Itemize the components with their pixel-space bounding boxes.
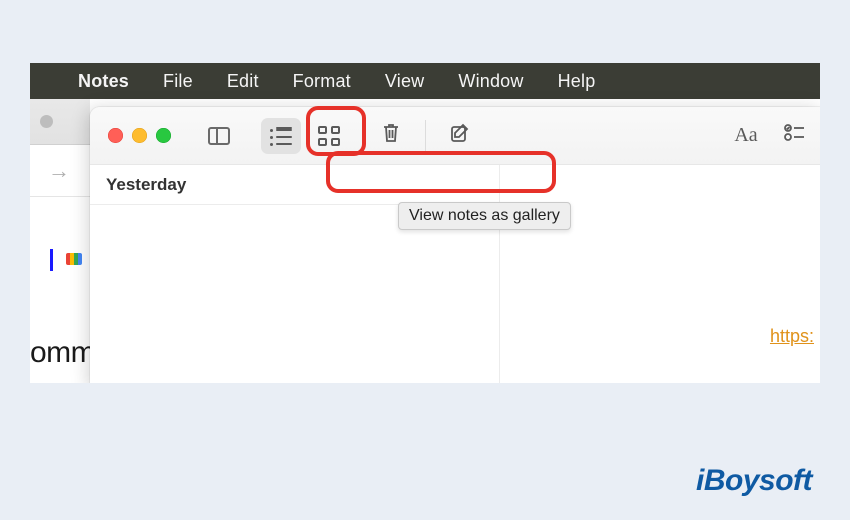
trash-icon bbox=[381, 122, 401, 149]
sidebar-icon bbox=[208, 127, 230, 145]
background-tabbar bbox=[30, 99, 90, 145]
checklist-button[interactable] bbox=[774, 118, 814, 154]
menubar-app-name[interactable]: Notes bbox=[78, 71, 129, 92]
window-zoom-button[interactable] bbox=[156, 128, 171, 143]
back-arrow-icon: → bbox=[48, 158, 70, 184]
notes-titlebar: Aa bbox=[90, 107, 820, 165]
menubar-view[interactable]: View bbox=[385, 71, 425, 92]
compose-icon bbox=[449, 122, 471, 149]
menubar-help[interactable]: Help bbox=[558, 71, 596, 92]
macos-menubar: Notes File Edit Format View Window Help bbox=[30, 63, 820, 99]
view-gallery-button[interactable] bbox=[309, 118, 349, 154]
menubar-file[interactable]: File bbox=[163, 71, 193, 92]
window-close-button[interactable] bbox=[108, 128, 123, 143]
background-content-fragment bbox=[30, 239, 90, 279]
format-button[interactable]: Aa bbox=[726, 118, 766, 154]
notes-list-pane: Yesterday bbox=[90, 165, 500, 383]
note-link-text[interactable]: https: bbox=[770, 326, 814, 347]
toolbar-divider bbox=[425, 120, 426, 152]
gallery-tooltip: View notes as gallery bbox=[398, 202, 571, 230]
list-view-icon bbox=[270, 127, 292, 145]
background-tab-close-icon bbox=[40, 115, 53, 128]
toggle-sidebar-button[interactable] bbox=[199, 118, 239, 154]
menubar-format[interactable]: Format bbox=[293, 71, 351, 92]
window-minimize-button[interactable] bbox=[132, 128, 147, 143]
new-note-button[interactable] bbox=[440, 118, 480, 154]
note-content-pane: https: bbox=[500, 165, 820, 383]
watermark-logo: iBoysoft bbox=[696, 464, 812, 498]
screenshot-region: Notes File Edit Format View Window Help … bbox=[30, 63, 820, 383]
text-format-icon: Aa bbox=[734, 124, 757, 147]
menubar-edit[interactable]: Edit bbox=[227, 71, 259, 92]
menubar-window[interactable]: Window bbox=[458, 71, 523, 92]
window-traffic-lights bbox=[102, 128, 171, 143]
background-partial-text: omm bbox=[30, 336, 95, 370]
background-toolbar: → bbox=[30, 145, 90, 197]
view-list-button[interactable] bbox=[261, 118, 301, 154]
delete-note-button[interactable] bbox=[371, 118, 411, 154]
notes-list-group-header: Yesterday bbox=[90, 165, 499, 205]
gallery-view-icon bbox=[318, 126, 340, 146]
checklist-icon bbox=[783, 123, 805, 148]
notes-app-window: Aa Yesterday https: View notes as galler… bbox=[90, 107, 820, 383]
